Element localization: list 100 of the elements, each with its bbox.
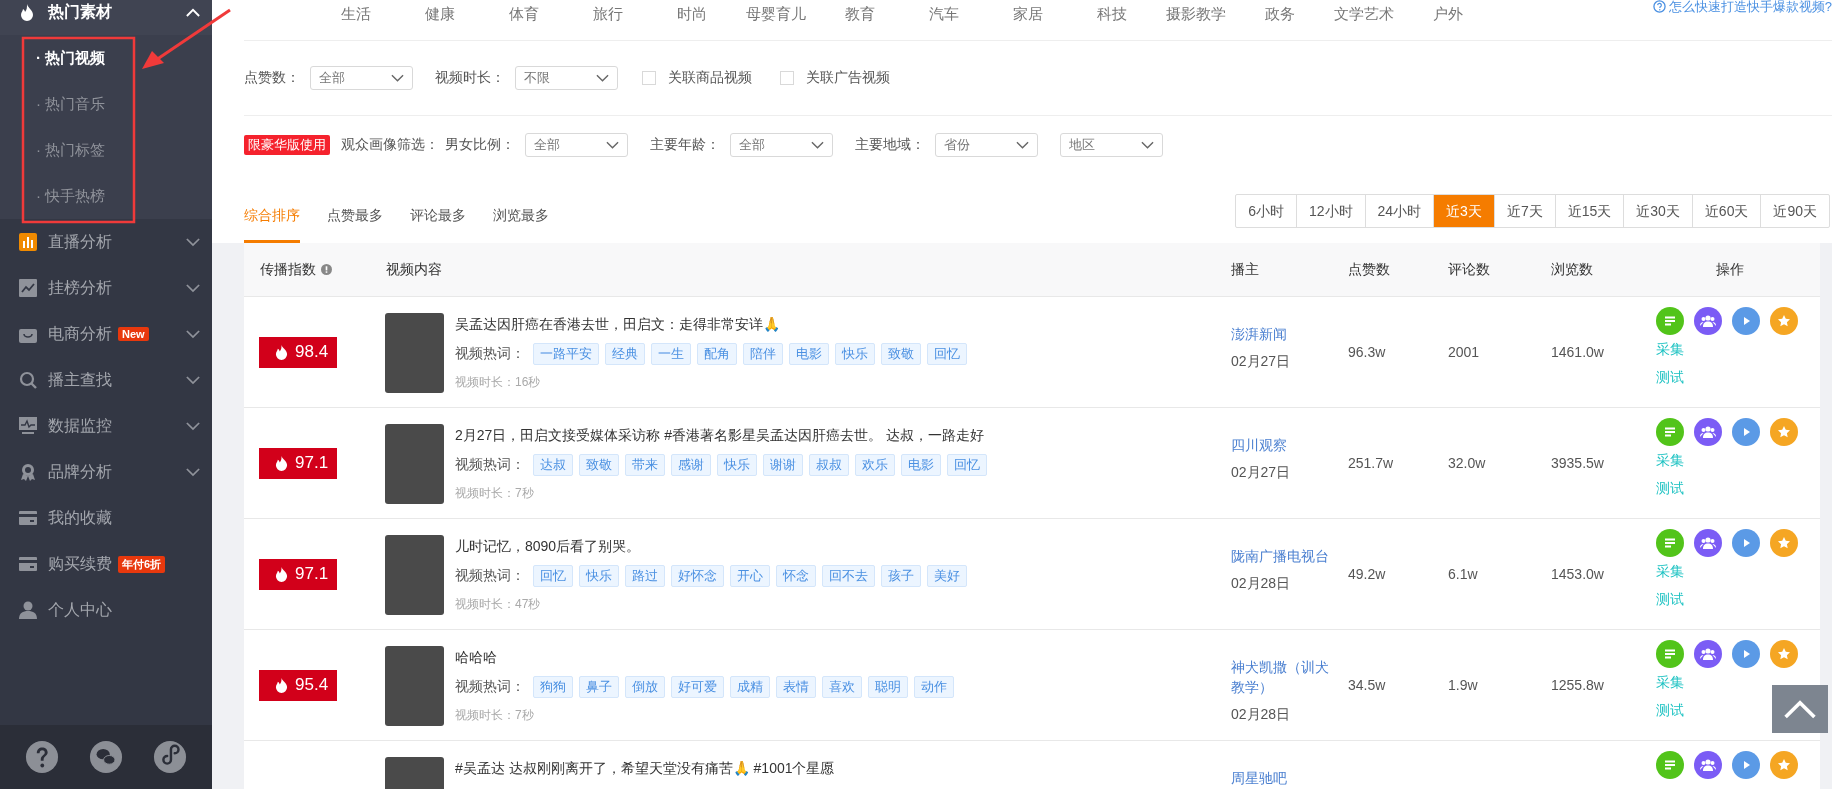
time-range-button[interactable]: 近15天 (1554, 195, 1624, 227)
keyword-tag[interactable]: 谢谢 (763, 454, 803, 476)
keyword-tag[interactable]: 喜欢 (822, 676, 862, 698)
category-tab[interactable]: 家居 (986, 0, 1070, 40)
action-link[interactable]: 采集 (1656, 446, 1684, 474)
keyword-tag[interactable]: 致敬 (881, 343, 921, 365)
keyword-tag[interactable]: 狗狗 (533, 676, 573, 698)
chevron-up-icon[interactable] (186, 7, 200, 17)
keyword-tag[interactable]: 欢乐 (855, 454, 895, 476)
dropdown[interactable]: 省份 (935, 132, 1038, 157)
action-link[interactable]: 测试 (1656, 696, 1684, 724)
play-icon[interactable] (1732, 751, 1760, 779)
video-title[interactable]: 吴孟达因肝癌在香港去世，田启文：走得非常安详🙏 (455, 314, 967, 334)
help-icon[interactable] (25, 740, 59, 774)
video-title[interactable]: 儿时记忆，8090后看了别哭。 (455, 536, 967, 556)
chat-bubbles-icon[interactable] (89, 740, 123, 774)
category-tab[interactable]: 政务 (1238, 0, 1322, 40)
action-link[interactable]: 采集 (1656, 557, 1684, 585)
sort-tab[interactable]: 评论最多 (410, 207, 466, 243)
keyword-tag[interactable]: 怀念 (776, 565, 816, 587)
checkbox[interactable] (642, 71, 656, 85)
list-icon[interactable] (1656, 529, 1684, 557)
author-link[interactable]: 澎湃新闻 (1231, 324, 1287, 344)
action-link[interactable]: 采集 (1656, 335, 1684, 363)
keyword-tag[interactable]: 孩子 (881, 565, 921, 587)
keyword-tag[interactable]: 鼻子 (579, 676, 619, 698)
play-icon[interactable] (1732, 418, 1760, 446)
action-link[interactable]: 测试 (1656, 363, 1684, 391)
list-icon[interactable] (1656, 307, 1684, 335)
people-icon[interactable] (1694, 640, 1722, 668)
video-title[interactable]: 2月27日，田启文接受媒体采访称 #香港著名影星吴孟达因肝癌去世。 达叔，一路走好 (455, 425, 987, 445)
keyword-tag[interactable]: 达叔 (533, 454, 573, 476)
category-tab[interactable]: 摄影教学 (1154, 0, 1238, 40)
chevron-down-icon[interactable] (186, 375, 200, 385)
submenu-item[interactable]: · 热门视频 (0, 35, 212, 81)
keyword-tag[interactable]: 带来 (625, 454, 665, 476)
sidebar-item[interactable]: 热门素材 (0, 0, 212, 35)
time-range-button[interactable]: 6小时 (1236, 195, 1296, 227)
chevron-down-icon[interactable] (186, 283, 200, 293)
category-tab[interactable]: 母婴育儿 (734, 0, 818, 40)
keyword-tag[interactable]: 回忆 (947, 454, 987, 476)
keyword-tag[interactable]: 好可爱 (671, 676, 724, 698)
action-link[interactable]: 测试 (1656, 585, 1684, 613)
sidebar-item[interactable]: 个人中心 (0, 587, 212, 633)
keyword-tag[interactable]: 开心 (730, 565, 770, 587)
keyword-tag[interactable]: 陪伴 (743, 343, 783, 365)
people-icon[interactable] (1694, 307, 1722, 335)
time-range-button[interactable]: 近90天 (1760, 195, 1829, 227)
category-tab[interactable]: 旅行 (566, 0, 650, 40)
dropdown[interactable]: 全部 (525, 132, 628, 157)
action-link[interactable]: 采集 (1656, 668, 1684, 696)
keyword-tag[interactable]: 回忆 (927, 343, 967, 365)
category-tab[interactable]: 文学艺术 (1322, 0, 1406, 40)
sidebar-item[interactable]: 数据监控 (0, 403, 212, 449)
category-tab[interactable]: 生活 (314, 0, 398, 40)
back-to-top-button[interactable] (1772, 685, 1828, 733)
keyword-tag[interactable]: 路过 (625, 565, 665, 587)
sidebar-item[interactable]: 电商分析 New (0, 311, 212, 357)
keyword-tag[interactable]: 回不去 (822, 565, 875, 587)
checkbox[interactable] (780, 71, 794, 85)
category-tab[interactable]: 教育 (818, 0, 902, 40)
sidebar-item[interactable]: 我的收藏 (0, 495, 212, 541)
keyword-tag[interactable]: 致敬 (579, 454, 619, 476)
action-link[interactable]: 测试 (1656, 474, 1684, 502)
keyword-tag[interactable]: 回忆 (533, 565, 573, 587)
keyword-tag[interactable]: 聪明 (868, 676, 908, 698)
keyword-tag[interactable]: 好怀念 (671, 565, 724, 587)
author-link[interactable]: 四川观察 (1231, 435, 1287, 455)
category-tab[interactable]: 科技 (1070, 0, 1154, 40)
keyword-tag[interactable]: 快乐 (835, 343, 875, 365)
author-link[interactable]: 神犬凯撒（训犬教学） (1231, 657, 1332, 697)
dropdown[interactable]: 地区 (1060, 132, 1163, 157)
keyword-tag[interactable]: 一生 (651, 343, 691, 365)
sidebar-item[interactable]: 挂榜分析 (0, 265, 212, 311)
keyword-tag[interactable]: 电影 (789, 343, 829, 365)
submenu-item[interactable]: · 热门音乐 (0, 81, 212, 127)
keyword-tag[interactable]: 感谢 (671, 454, 711, 476)
keyword-tag[interactable]: 成精 (730, 676, 770, 698)
submenu-item[interactable]: · 热门标签 (0, 127, 212, 173)
list-icon[interactable] (1656, 640, 1684, 668)
sidebar-item[interactable]: 品牌分析 (0, 449, 212, 495)
keyword-tag[interactable]: 叔叔 (809, 454, 849, 476)
chevron-down-icon[interactable] (186, 237, 200, 247)
keyword-tag[interactable]: 电影 (901, 454, 941, 476)
sidebar-item[interactable]: 播主查找 (0, 357, 212, 403)
time-range-button[interactable]: 近7天 (1493, 195, 1555, 227)
play-icon[interactable] (1732, 529, 1760, 557)
keyword-tag[interactable]: 表情 (776, 676, 816, 698)
video-title[interactable]: #吴孟达 达叔刚刚离开了，希望天堂没有痛苦🙏 #1001个星愿 (455, 758, 835, 778)
play-icon[interactable] (1732, 307, 1760, 335)
sort-tab[interactable]: 浏览最多 (493, 207, 549, 243)
people-icon[interactable] (1694, 418, 1722, 446)
keyword-tag[interactable]: 一路平安 (533, 343, 599, 365)
dropdown[interactable]: 全部 (310, 66, 413, 90)
category-tab[interactable]: 汽车 (902, 0, 986, 40)
video-title[interactable]: 哈哈哈 (455, 647, 954, 667)
author-link[interactable]: 周星驰吧 (1231, 768, 1287, 788)
time-range-button[interactable]: 近30天 (1623, 195, 1692, 227)
play-icon[interactable] (1732, 640, 1760, 668)
category-tab[interactable]: 体育 (482, 0, 566, 40)
